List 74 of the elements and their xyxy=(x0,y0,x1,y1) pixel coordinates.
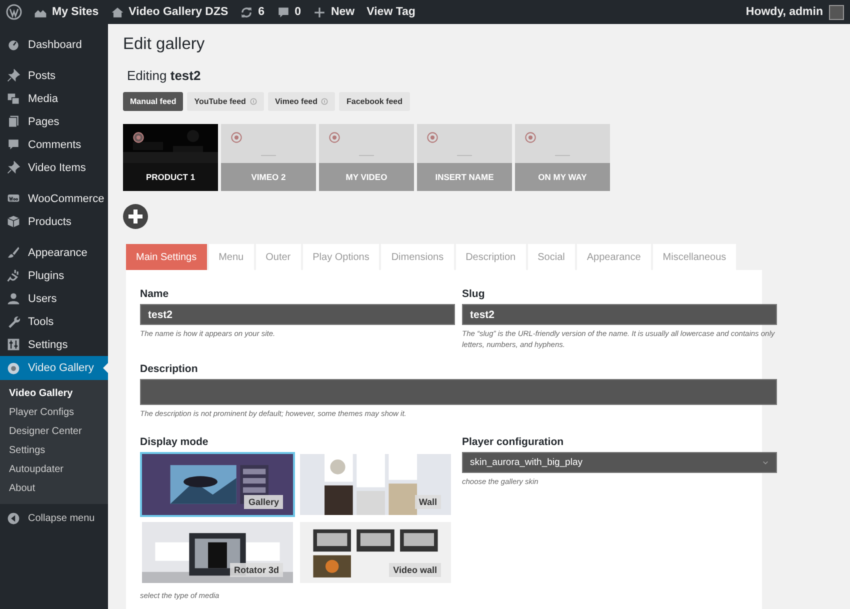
sidebar-item[interactable]: Pages xyxy=(0,110,108,133)
paintbrush-icon xyxy=(7,246,20,259)
field-label: Name xyxy=(140,288,170,300)
sidebar-item[interactable]: WooCommerce xyxy=(0,187,108,210)
feed-tab[interactable]: Facebook feed xyxy=(339,92,410,111)
pushpin-icon xyxy=(7,161,20,174)
field-label: Description xyxy=(140,362,199,375)
sidebar-item[interactable]: Products xyxy=(0,210,108,233)
display-mode-option[interactable]: Wall xyxy=(298,452,453,517)
display-mode-option[interactable]: Rotator 3d xyxy=(140,520,295,585)
mode-label: Rotator 3d xyxy=(230,562,283,577)
media-icon xyxy=(7,92,20,105)
home-icon xyxy=(110,6,124,18)
field-label: Display mode xyxy=(140,436,210,448)
box-icon xyxy=(7,215,20,228)
display-mode-option[interactable]: Gallery xyxy=(140,452,295,517)
collapse-menu-link[interactable]: Collapse menu xyxy=(28,513,95,524)
sidebar-item[interactable]: Plugins xyxy=(0,264,108,287)
submenu-item[interactable]: About xyxy=(0,479,108,498)
user-icon xyxy=(7,292,20,305)
skin-select[interactable]: skin_aurora_with_big_play xyxy=(462,452,777,473)
sidebar-item[interactable]: Video Items xyxy=(0,156,108,179)
name-input[interactable]: test2 xyxy=(140,304,455,325)
avatar-icon[interactable] xyxy=(829,4,844,20)
admin-bar-item[interactable]: Video Gallery DZS xyxy=(128,6,228,18)
item-title[interactable]: PRODUCT 1 xyxy=(123,163,218,191)
sidebar-item[interactable]: Dashboard xyxy=(0,33,108,56)
refresh-icon xyxy=(240,6,254,18)
sidebar-item[interactable]: Posts xyxy=(0,64,108,87)
sidebar-item[interactable]: Video Gallery xyxy=(0,356,108,380)
mode-label: Gallery xyxy=(244,494,283,509)
feed-tab[interactable]: Manual feed xyxy=(123,92,184,111)
pushpin-icon xyxy=(7,69,20,82)
remove-icon[interactable] xyxy=(133,132,144,143)
admin-bar-item[interactable]: My Sites xyxy=(52,6,99,18)
admin-bar-item[interactable]: 0 xyxy=(294,6,301,18)
admin-bar-link[interactable]: View Tag xyxy=(366,6,416,18)
mode-label: Video wall xyxy=(389,562,441,577)
editing-heading: Editing test2 xyxy=(127,68,202,83)
plug-icon xyxy=(7,269,20,282)
wordpress-logo-icon[interactable] xyxy=(6,4,22,20)
feed-tab[interactable]: YouTube feed xyxy=(187,92,264,111)
chevron-down-icon xyxy=(762,458,769,466)
woo-icon xyxy=(7,192,20,205)
submenu-item[interactable]: Designer Center xyxy=(0,422,108,441)
field-label: Player configuration xyxy=(462,436,565,448)
admin-bar-item[interactable]: 6 xyxy=(258,6,265,18)
sidebar-item[interactable]: Tools xyxy=(0,310,108,333)
plus-icon xyxy=(312,6,326,18)
sidebar-item[interactable]: Comments xyxy=(0,133,108,156)
feed-tab[interactable]: Vimeo feed xyxy=(268,92,336,111)
sidebar-item[interactable]: Users xyxy=(0,287,108,310)
submenu-item[interactable]: Video Gallery xyxy=(0,384,108,403)
admin-bar-item[interactable]: New xyxy=(330,6,355,18)
field-label: Slug xyxy=(462,288,486,300)
wrench-icon xyxy=(7,315,20,328)
sidebar-item[interactable]: Media xyxy=(0,87,108,110)
page-title: Edit gallery xyxy=(123,35,206,54)
submenu-item[interactable]: Settings xyxy=(0,441,108,460)
submenu-item[interactable]: Autoupdater xyxy=(0,460,108,479)
comment-icon xyxy=(276,6,290,18)
comment-icon xyxy=(7,138,20,151)
pages-icon xyxy=(7,115,20,128)
account-greeting[interactable]: Howdy, admin xyxy=(746,6,823,18)
sidebar-item[interactable]: Settings xyxy=(0,333,108,356)
add-icon[interactable] xyxy=(123,204,148,229)
gauge-icon xyxy=(7,38,20,51)
plugin-logo-icon xyxy=(7,362,20,374)
sliders-icon xyxy=(7,338,20,351)
submenu-item[interactable]: Player Configs xyxy=(0,403,108,422)
collapse-icon[interactable] xyxy=(7,512,20,525)
sidebar-item[interactable]: Appearance xyxy=(0,241,108,264)
slug-input[interactable]: test2 xyxy=(462,304,777,325)
display-mode-option[interactable]: Video wall xyxy=(298,520,453,585)
